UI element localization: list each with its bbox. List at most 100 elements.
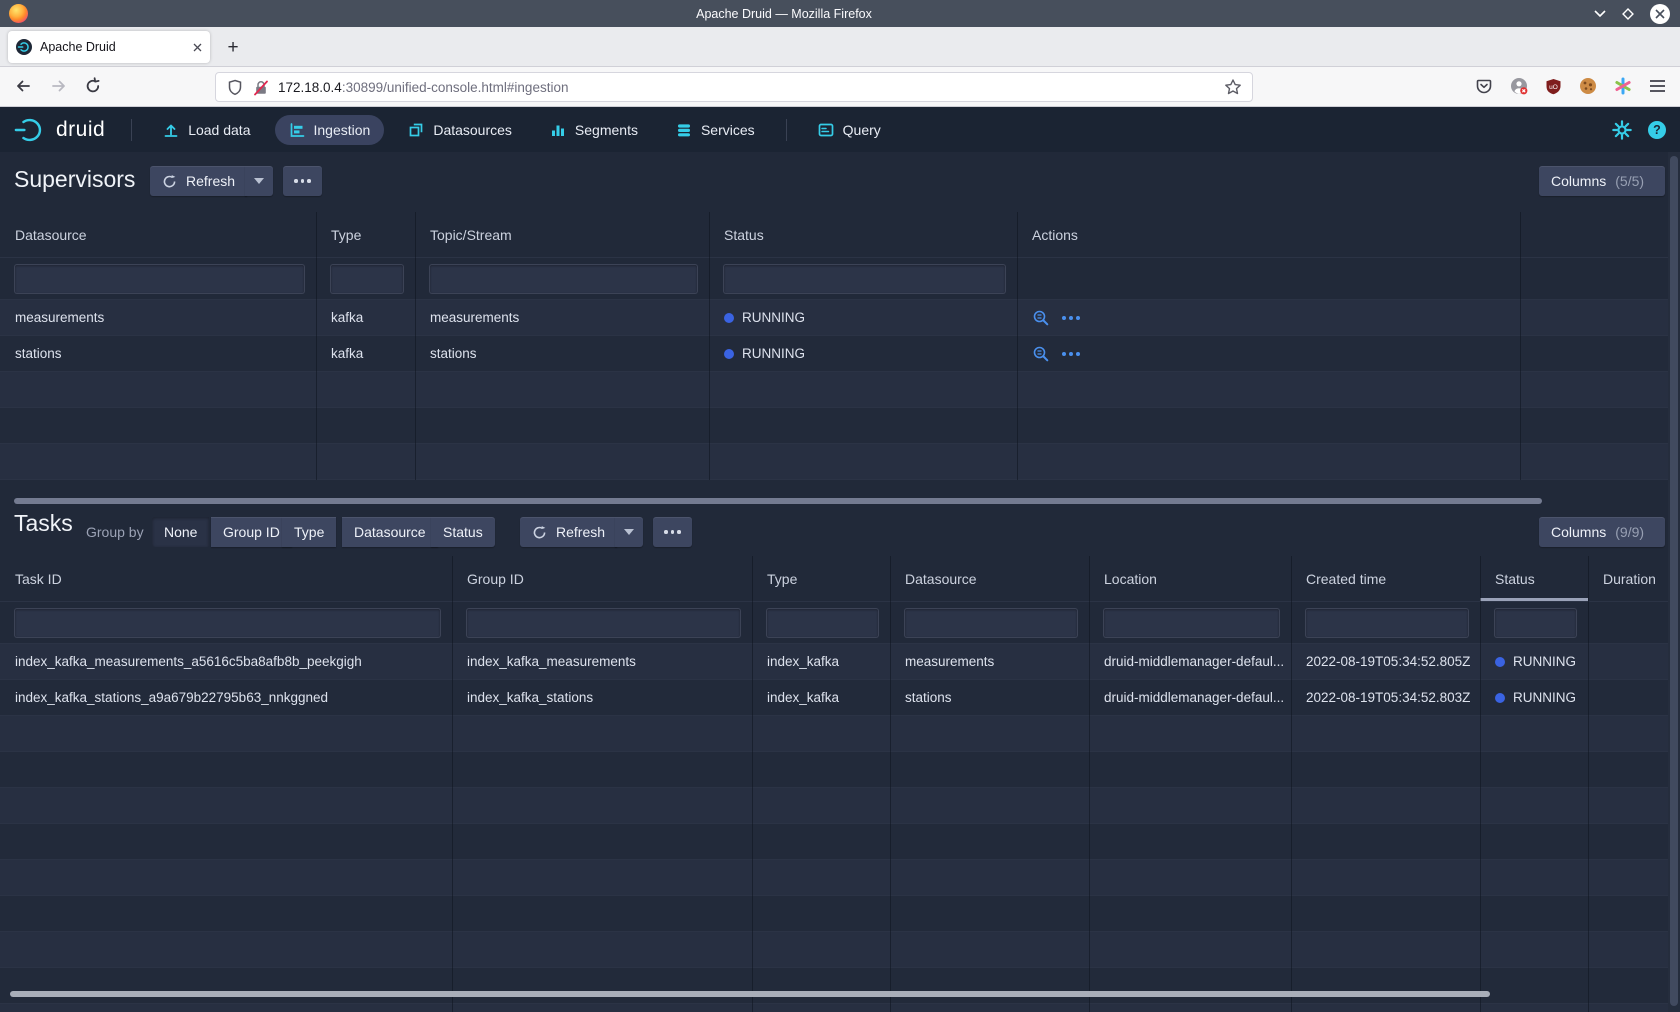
filter-type-input[interactable] [330,264,404,294]
cell-status: RUNNING [1480,680,1588,715]
cell-type: kafka [316,336,415,371]
cell-datasource: stations [890,680,1089,715]
chevron-down-icon [624,529,634,535]
cell-datasource: measurements [0,300,316,335]
row-actions-icon[interactable] [1062,316,1080,320]
column-header-status-sorted[interactable]: Status [1480,556,1588,601]
settings-gear-icon[interactable] [1612,120,1632,140]
cell-actions [1017,300,1520,335]
help-icon[interactable]: ? [1648,121,1666,139]
tasks-refresh-dropdown[interactable] [615,517,643,547]
tab-close-icon[interactable] [193,43,202,52]
row-actions-icon[interactable] [1062,352,1080,356]
back-button[interactable] [14,77,32,95]
group-by-datasource-button[interactable]: Datasource [342,517,438,547]
cookie-icon[interactable] [1579,77,1597,95]
filter-datasource-input[interactable] [904,608,1078,638]
nav-item-segments[interactable]: Segments [536,115,652,145]
tasks-more-button[interactable] [653,517,692,547]
tasks-columns-button[interactable]: Columns (9/9) [1539,517,1665,547]
tasks-horizontal-scrollbar[interactable] [10,991,1490,997]
supervisors-columns-button[interactable]: Columns (5/5) [1539,166,1665,196]
insecure-lock-icon[interactable] [252,79,270,96]
tasks-refresh-button[interactable]: Refresh [520,517,617,547]
column-header-actions[interactable]: Actions [1017,212,1520,257]
column-header-group-id[interactable]: Group ID [452,556,752,601]
forward-button[interactable] [50,77,68,95]
column-header-type[interactable]: Type [752,556,890,601]
columns-label: Columns [1551,524,1606,540]
column-header-type[interactable]: Type [316,212,415,257]
cell-status: RUNNING [709,336,1017,371]
vertical-scrollbar-thumb[interactable] [1670,156,1678,1006]
supervisors-horizontal-scrollbar[interactable] [14,498,1542,504]
shield-icon[interactable] [226,79,244,96]
tasks-empty-rows [0,716,1668,1012]
column-header-datasource[interactable]: Datasource [890,556,1089,601]
refresh-label: Refresh [556,524,605,540]
column-header-datasource[interactable]: Datasource [0,212,316,257]
cell-duration [1588,644,1668,679]
window-close-icon[interactable] [1650,4,1670,24]
filter-datasource-input[interactable] [14,264,305,294]
filter-task-id-input[interactable] [14,608,441,638]
empty-row [0,444,1668,480]
tab-title: Apache Druid [40,40,185,54]
account-error-icon[interactable] [1510,77,1528,95]
supervisors-refresh-button[interactable]: Refresh [150,166,247,196]
window-minimize-icon[interactable] [1594,10,1606,18]
nav-item-services[interactable]: Services [662,115,769,145]
nav-item-query[interactable]: Query [804,115,895,145]
cell-task-id: index_kafka_stations_a9a679b22795b63_nnk… [0,680,452,715]
column-header-duration[interactable]: Duration [1588,556,1668,601]
filter-status-input[interactable] [723,264,1006,294]
group-by-status-button[interactable]: Status [431,517,495,547]
column-header-status[interactable]: Status [709,212,1017,257]
column-header-topic-stream[interactable]: Topic/Stream [415,212,709,257]
column-header-location[interactable]: Location [1089,556,1291,601]
task-row[interactable]: index_kafka_measurements_a5616c5ba8afb8b… [0,644,1668,680]
filter-group-id-input[interactable] [466,608,741,638]
filter-created-time-input[interactable] [1305,608,1469,638]
menu-hamburger-icon[interactable] [1649,79,1666,93]
more-icon [294,179,311,183]
druid-logo[interactable]: druid [14,116,105,144]
bookmark-star-icon[interactable] [1224,78,1242,96]
running-status-dot [724,313,734,323]
vertical-scrollbar[interactable] [1668,152,1680,1012]
cell-datasource: stations [0,336,316,371]
cell-status: RUNNING [709,300,1017,335]
filter-type-input[interactable] [766,608,879,638]
cell-duration [1588,680,1668,715]
supervisors-refresh-dropdown[interactable] [245,166,273,196]
filter-topic-stream-input[interactable] [429,264,698,294]
window-maximize-icon[interactable] [1621,7,1635,21]
new-tab-button[interactable]: + [220,35,246,61]
ublock-icon[interactable]: uO [1545,78,1562,95]
supervisor-row[interactable]: stations kafka stations RUNNING [0,336,1668,372]
filter-location-input[interactable] [1103,608,1280,638]
column-header-task-id[interactable]: Task ID [0,556,452,601]
url-text[interactable]: 172.18.0.4:30899/unified-console.html#in… [278,80,1216,95]
reload-button[interactable] [84,77,102,95]
cell-datasource: measurements [890,644,1089,679]
pocket-icon[interactable] [1475,77,1493,95]
extension-asterisk-icon[interactable] [1614,77,1632,95]
group-by-type-button[interactable]: Type [282,517,336,547]
supervisors-more-button[interactable] [283,166,322,196]
column-header-created-time[interactable]: Created time [1291,556,1480,601]
view-detail-icon[interactable] [1032,345,1050,363]
nav-item-load-data[interactable]: Load data [149,115,264,145]
group-by-group-id-button[interactable]: Group ID [211,517,292,547]
nav-item-ingestion[interactable]: Ingestion [275,115,385,145]
browser-tab[interactable]: Apache Druid [8,31,210,63]
view-detail-icon[interactable] [1032,309,1050,327]
supervisor-row[interactable]: measurements kafka measurements RUNNING [0,300,1668,336]
nav-item-datasources[interactable]: Datasources [394,115,526,145]
group-by-none-button[interactable]: None [152,517,209,547]
filter-status-input[interactable] [1494,608,1577,638]
tab-favicon-druid-icon [16,39,32,55]
url-bar[interactable]: 172.18.0.4:30899/unified-console.html#in… [215,72,1253,102]
task-row[interactable]: index_kafka_stations_a9a679b22795b63_nnk… [0,680,1668,716]
empty-row [0,408,1668,444]
